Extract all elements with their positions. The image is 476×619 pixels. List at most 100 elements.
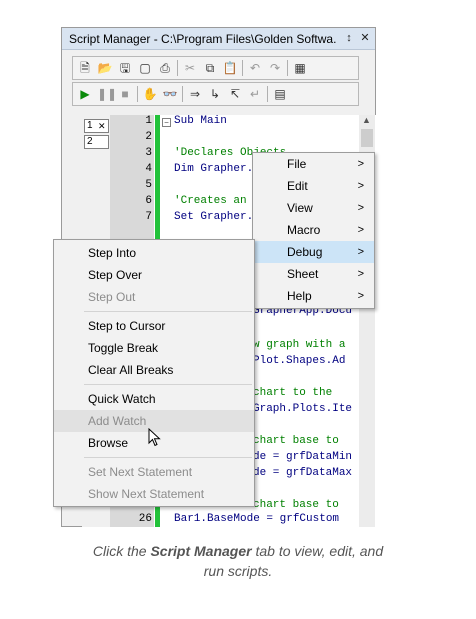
main-context-menu: File > Edit > View > Macro > Debug > She… — [252, 152, 375, 309]
save-icon[interactable]: 🖫 — [117, 60, 133, 76]
gutter-box-1[interactable]: 1 ✕ — [84, 119, 109, 133]
paste-icon[interactable]: 📋 — [222, 60, 238, 76]
line-number: 26 — [138, 513, 152, 525]
redo-icon[interactable]: ↷ — [267, 60, 283, 76]
code-line: 'Creates an — [174, 195, 247, 207]
code-fragment: chart to the — [253, 387, 333, 399]
menu-item-label: Step Into — [88, 246, 137, 260]
menu-item-label: Show Next Statement — [88, 487, 205, 501]
quick-watch-icon[interactable]: 👓 — [162, 86, 178, 102]
code-fragment: de = grfDataMax — [253, 467, 353, 479]
menu-item-set-next-statement: Set Next Statement — [54, 461, 254, 483]
gutter-box-2[interactable]: 2 — [84, 135, 109, 149]
run-icon[interactable]: ▶ — [77, 86, 93, 102]
menu-item-file[interactable]: File > — [253, 153, 374, 175]
menu-item-label: Add Watch — [88, 414, 147, 428]
save-all-icon[interactable]: ▢ — [137, 60, 153, 76]
caption-emphasis: Script Manager — [150, 543, 252, 559]
menu-item-label: Browse — [88, 436, 129, 450]
menu-item-label: Quick Watch — [88, 392, 156, 406]
menu-item-label: Edit — [287, 179, 308, 193]
menu-item-toggle-break[interactable]: Toggle Break — [54, 337, 254, 359]
menu-item-edit[interactable]: Edit > — [253, 175, 374, 197]
menu-item-label: Macro — [287, 223, 321, 237]
fold-toggle-icon[interactable]: − — [162, 118, 171, 127]
title-bar: Script Manager - C:\Program Files\Golden… — [62, 28, 375, 50]
code-fragment: chart base to — [253, 499, 339, 511]
step-icon[interactable]: ⇒ — [187, 86, 203, 102]
debug-toolbar: ▶ ❚❚ ■ ✋ 👓 ⇒ ↳ ↸ ↵ ▤ — [72, 82, 359, 106]
code-fragment: Plot.Shapes.Ad — [253, 355, 346, 367]
chevron-right-icon: > — [357, 224, 364, 236]
line-number: 1 — [145, 115, 152, 127]
menu-item-quick-watch[interactable]: Quick Watch — [54, 388, 254, 410]
menu-item-label: Debug — [287, 245, 323, 259]
menu-item-sheet[interactable]: Sheet > — [253, 263, 374, 285]
chevron-right-icon: > — [357, 158, 364, 170]
menu-item-label: Step to Cursor — [88, 319, 166, 333]
toolbar-separator — [267, 86, 268, 102]
step-out-icon[interactable]: ↵ — [247, 86, 263, 102]
line-number: 2 — [145, 131, 152, 143]
menu-item-step-to-cursor[interactable]: Step to Cursor — [54, 315, 254, 337]
menu-item-show-next-statement: Show Next Statement — [54, 483, 254, 505]
menu-item-step-into[interactable]: Step Into — [54, 242, 254, 264]
dialog-editor-icon[interactable]: ▦ — [292, 60, 308, 76]
new-file-icon[interactable]: 🗎 — [77, 60, 93, 76]
open-folder-icon[interactable]: 📂 — [97, 60, 113, 76]
figure-caption: Click the Script Manager tab to view, ed… — [0, 541, 476, 561]
menu-item-clear-all-breaks[interactable]: Clear All Breaks — [54, 359, 254, 381]
gutter-box-label: 1 — [87, 120, 93, 131]
menu-item-label: Set Next Statement — [88, 465, 193, 479]
code-fragment: de = grfDataMin — [253, 451, 353, 463]
copy-icon[interactable]: ⧉ — [202, 60, 218, 76]
undo-icon[interactable]: ↶ — [247, 60, 263, 76]
close-icon[interactable]: ✕ — [358, 31, 372, 45]
close-icon[interactable]: ✕ — [98, 120, 106, 132]
menu-item-view[interactable]: View > — [253, 197, 374, 219]
menu-item-label: Clear All Breaks — [88, 363, 174, 377]
menu-item-label: Step Over — [88, 268, 143, 282]
menu-item-step-out: Step Out — [54, 286, 254, 308]
menu-item-label: View — [287, 201, 313, 215]
code-line: Set Grapher. — [174, 211, 254, 223]
window-title: Script Manager - C:\Program Files\Golden… — [69, 32, 337, 46]
menu-item-label: Help — [287, 289, 312, 303]
step-into-icon[interactable]: ↳ — [207, 86, 223, 102]
mouse-pointer-icon — [148, 428, 161, 447]
menu-item-label: Toggle Break — [88, 341, 159, 355]
stop-icon[interactable]: ■ — [117, 86, 133, 102]
hand-icon[interactable]: ✋ — [142, 86, 158, 102]
standard-toolbar: 🗎 📂 🖫 ▢ ⎙ ✂ ⧉ 📋 ↶ ↷ ▦ — [72, 56, 359, 80]
scroll-thumb[interactable] — [361, 129, 373, 147]
menu-item-macro[interactable]: Macro > — [253, 219, 374, 241]
gutter-box-label: 2 — [87, 136, 93, 147]
toolbar-separator — [177, 60, 178, 76]
pause-icon[interactable]: ❚❚ — [97, 86, 117, 102]
step-over-icon[interactable]: ↸ — [227, 86, 243, 102]
object-browser-icon[interactable]: ▤ — [272, 86, 288, 102]
menu-item-label: File — [287, 157, 307, 171]
code-line: Sub Main — [174, 115, 227, 127]
line-number: 5 — [145, 179, 152, 191]
menu-item-help[interactable]: Help > — [253, 285, 374, 307]
cut-icon[interactable]: ✂ — [182, 60, 198, 76]
line-number: 3 — [145, 147, 152, 159]
menu-separator — [84, 311, 252, 312]
toolbar-separator — [242, 60, 243, 76]
menu-item-label: Step Out — [88, 290, 136, 304]
line-number: 4 — [145, 163, 152, 175]
line-number: 7 — [145, 211, 152, 223]
line-number: 6 — [145, 195, 152, 207]
chevron-right-icon: > — [357, 202, 364, 214]
toolbar-separator — [287, 60, 288, 76]
code-line: Bar1.BaseMode = grfCustom — [174, 513, 340, 525]
scroll-up-icon[interactable]: ▲ — [362, 115, 371, 125]
menu-item-debug[interactable]: Debug > — [253, 241, 374, 263]
menu-item-step-over[interactable]: Step Over — [54, 264, 254, 286]
chevron-right-icon: > — [357, 290, 364, 302]
print-icon[interactable]: ⎙ — [157, 60, 173, 76]
pin-icon[interactable]: ↕ — [342, 31, 356, 45]
code-fragment: Graph.Plots.Ite — [253, 403, 353, 415]
chevron-right-icon: > — [357, 180, 364, 192]
